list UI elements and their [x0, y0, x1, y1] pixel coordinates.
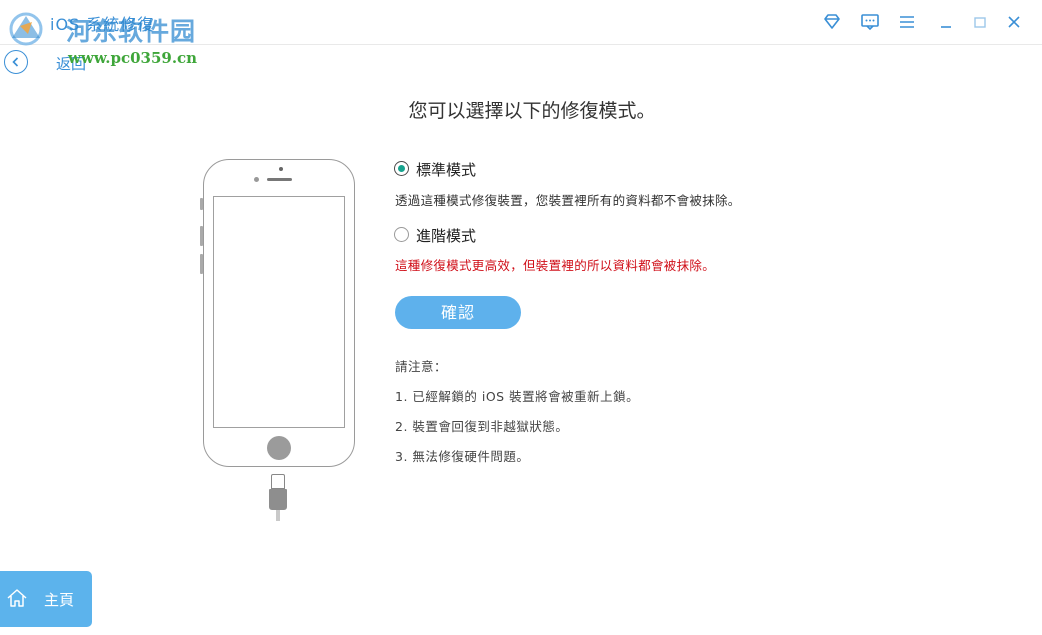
- back-button[interactable]: [4, 50, 28, 74]
- title-bar: iOS 系統修復 河东软件园: [0, 0, 1042, 46]
- option-advanced-label[interactable]: 進階模式: [416, 225, 476, 246]
- app-logo-icon: [9, 12, 43, 46]
- cable-connector-icon: [271, 474, 285, 489]
- note-item: 2. 裝置會回復到非越獄狀態。: [395, 419, 569, 434]
- cable-plug-icon: [269, 489, 287, 510]
- radio-standard-mode[interactable]: [394, 161, 409, 176]
- feedback-icon[interactable]: [858, 10, 882, 34]
- watermark-text: 河东软件园: [66, 17, 197, 46]
- home-tab[interactable]: 主頁: [0, 571, 92, 627]
- chevron-left-icon: [12, 57, 19, 67]
- phone-speaker: [267, 178, 292, 181]
- home-icon: [7, 589, 27, 607]
- phone-sensor: [254, 177, 259, 182]
- phone-home-button: [267, 436, 291, 460]
- phone-illustration: [203, 159, 355, 467]
- confirm-button[interactable]: 確認: [395, 296, 521, 329]
- option-standard-description: 透過這種模式修復裝置，您裝置裡所有的資料都不會被抹除。: [395, 193, 741, 208]
- radio-advanced-mode[interactable]: [394, 227, 409, 242]
- maximize-icon[interactable]: [968, 10, 992, 34]
- page-headline: 您可以選擇以下的修復模式。: [408, 100, 656, 122]
- notes-title: 請注意：: [395, 359, 448, 374]
- note-item: 3. 無法修復硬件問題。: [395, 449, 530, 464]
- phone-screen: [213, 196, 345, 428]
- home-tab-label: 主頁: [44, 591, 75, 609]
- close-icon[interactable]: [1002, 10, 1026, 34]
- phone-camera: [279, 167, 283, 171]
- note-item: 1. 已經解鎖的 iOS 裝置將會被重新上鎖。: [395, 389, 640, 404]
- menu-icon[interactable]: [895, 10, 919, 34]
- cable-wire: [276, 510, 280, 521]
- option-standard-label[interactable]: 標準模式: [416, 159, 476, 180]
- diamond-icon[interactable]: [820, 10, 844, 34]
- option-advanced-warning: 這種修復模式更高效，但裝置裡的所以資料都會被抹除。: [395, 258, 716, 273]
- minimize-icon[interactable]: [934, 10, 958, 34]
- watermark-url: www.pc0359.cn: [68, 49, 198, 67]
